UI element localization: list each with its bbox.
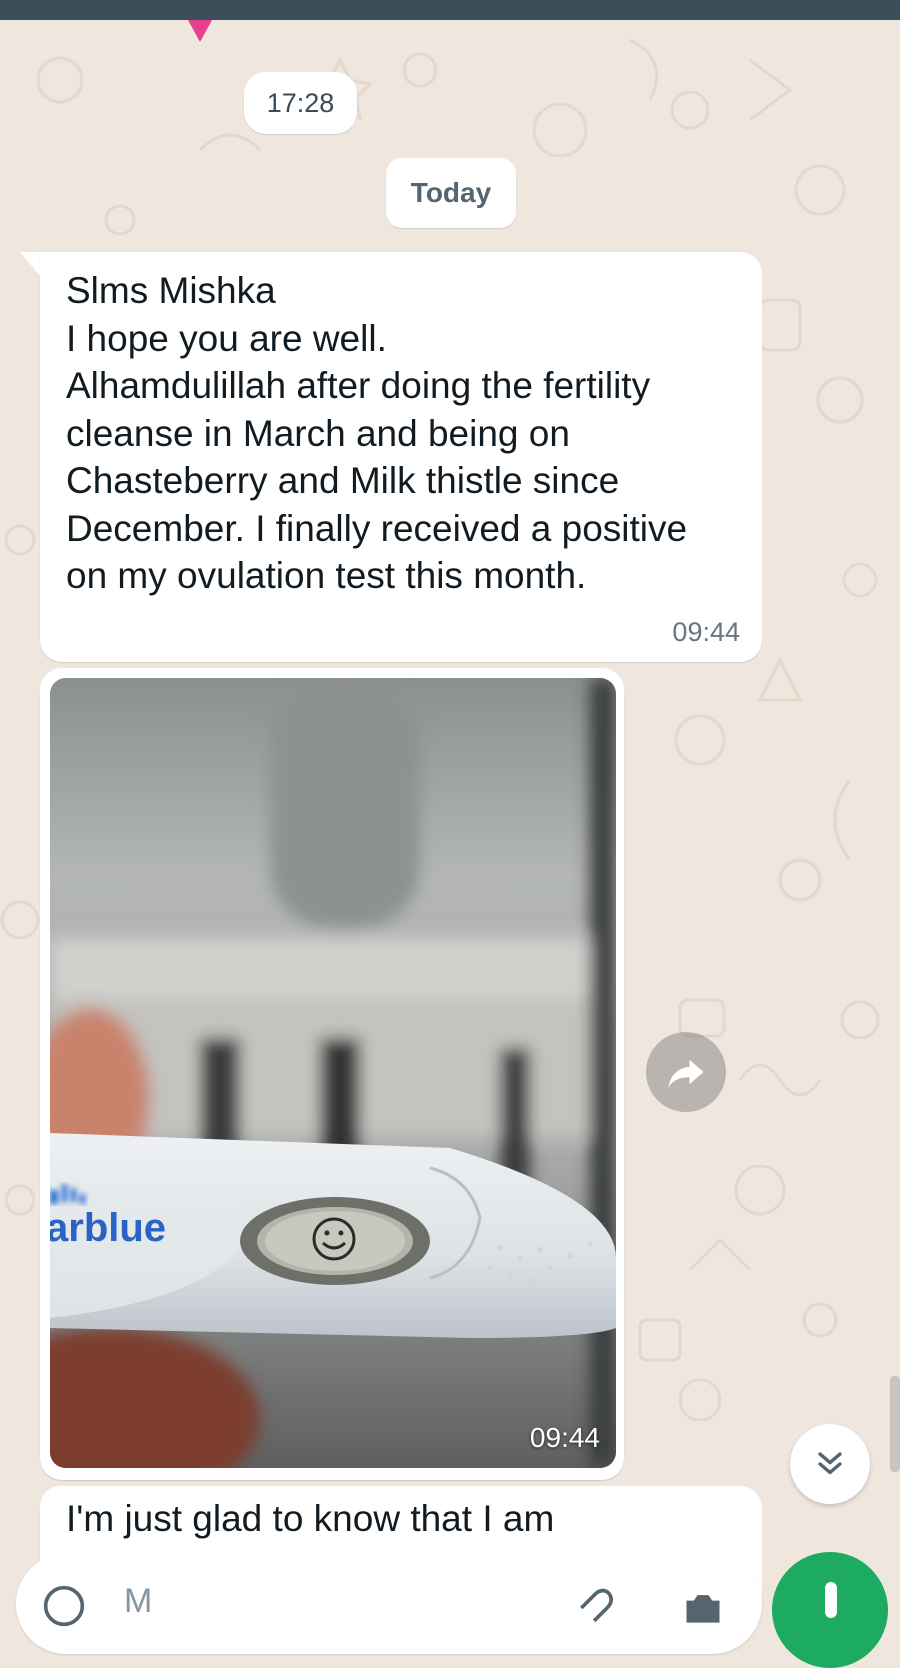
photo-illustration: arblue [50,678,616,1468]
scrollbar-handle[interactable] [890,1376,900,1472]
attach-icon[interactable] [574,1586,618,1630]
image-time: 09:44 [529,1422,600,1453]
forward-button[interactable] [646,1032,726,1112]
mic-icon [825,1582,837,1618]
camera-icon[interactable] [678,1586,728,1630]
scroll-to-bottom-button[interactable] [790,1424,870,1504]
mic-button[interactable] [772,1552,888,1668]
double-chevron-down-icon [818,1452,842,1475]
emoji-icon[interactable] [42,1584,86,1628]
image-text: arblue [50,1206,166,1250]
message-composer[interactable]: M [16,1554,762,1654]
message-text: I'm just glad to know that I am [66,1498,555,1539]
time-pill: 17:28 [244,72,357,134]
message-time: 09:44 [672,617,740,647]
time-pill-label: 17:28 [266,87,335,118]
top-bar [0,0,900,20]
date-divider: Today [386,158,516,228]
forward-icon [668,1059,704,1088]
incoming-message[interactable]: Slms Mishka I hope you are well. Alhamdu… [40,252,762,662]
message-text: Slms Mishka I hope you are well. Alhamdu… [66,270,688,596]
bubble-tail [20,252,42,278]
date-divider-label: Today [410,177,492,208]
message-input[interactable]: M [124,1582,152,1621]
image-message[interactable]: arblue 09:44 [40,668,624,1480]
ovulation-test-photo[interactable]: arblue 09:44 [50,678,616,1468]
